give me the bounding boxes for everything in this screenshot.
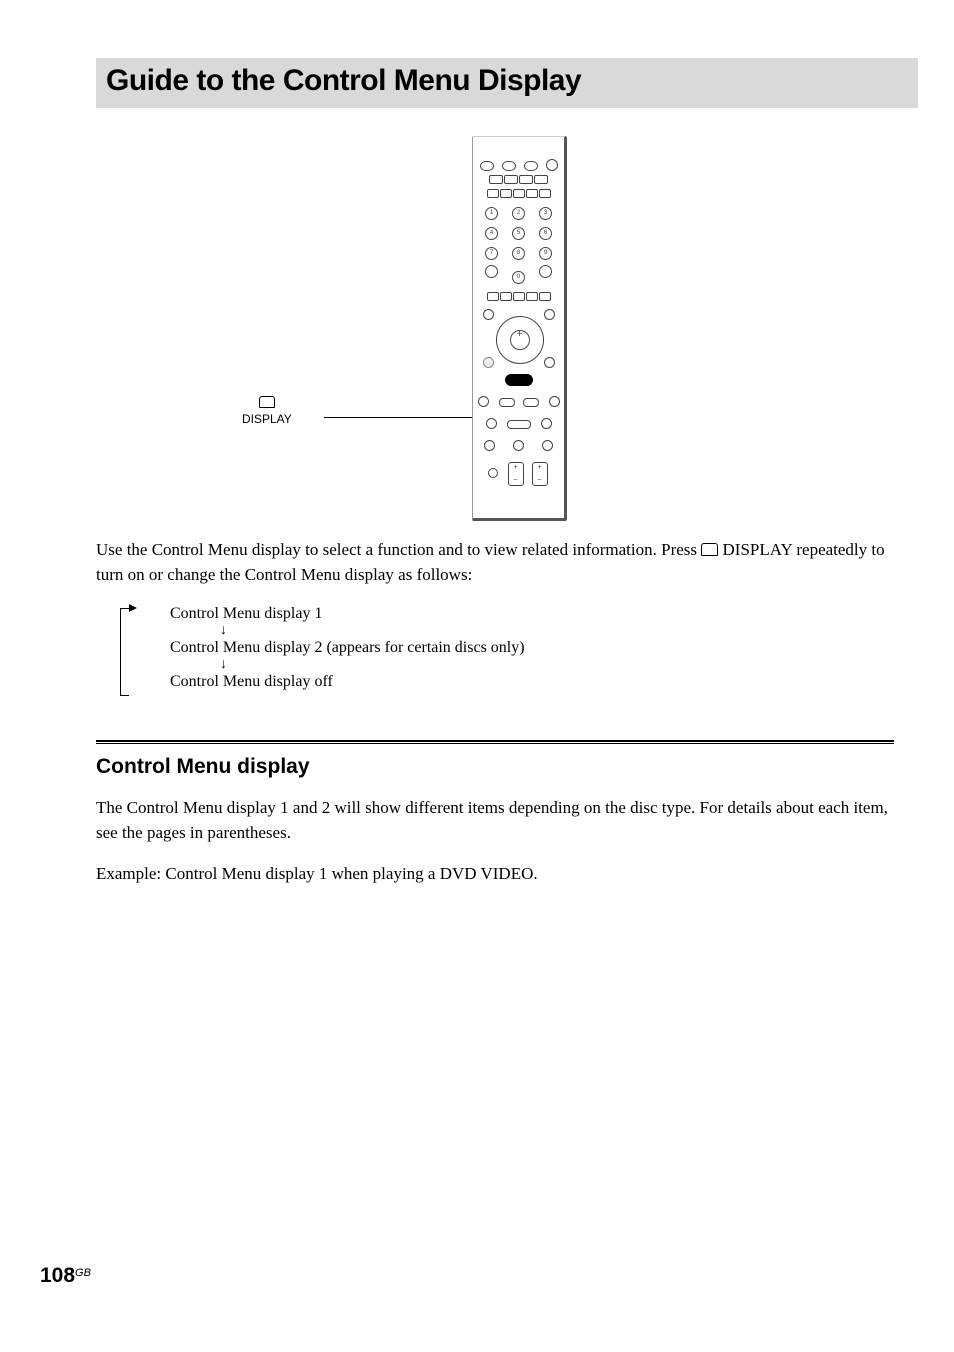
num-blank-r [539, 265, 552, 278]
num-5: 5 [512, 227, 525, 240]
remote-area: DISPLAY 1 2 3 [262, 136, 692, 526]
page-footer: 108GB [40, 1264, 91, 1288]
num-7: 7 [485, 247, 498, 260]
display-icon [701, 543, 718, 556]
section-paragraph: The Control Menu display 1 and 2 will sh… [96, 796, 894, 845]
down-arrow-icon: ↓ [220, 624, 525, 638]
enter-icon [510, 330, 530, 350]
display-callout: DISPLAY [242, 396, 292, 426]
numpad-row: 4 5 6 [473, 225, 564, 240]
display-button [505, 374, 533, 386]
intro-text-a: Use the Control Menu display to select a… [96, 540, 701, 559]
num-6: 6 [539, 227, 552, 240]
remote-body: 1 2 3 4 5 6 7 8 9 [472, 136, 567, 521]
top-ovals [473, 159, 564, 171]
title-bar: Guide to the Control Menu Display [96, 58, 918, 108]
num-4: 4 [485, 227, 498, 240]
num-2: 2 [512, 207, 525, 220]
page-suffix: GB [75, 1267, 91, 1279]
num-8: 8 [512, 247, 525, 260]
cycle-arrow-icon [120, 608, 129, 696]
ch-icon [532, 462, 548, 486]
section-divider [96, 740, 894, 744]
play-icon [507, 420, 531, 429]
vol-icon [508, 462, 524, 486]
intro-paragraph: Use the Control Menu display to select a… [96, 538, 894, 587]
remote-diagram: DISPLAY 1 2 3 [0, 136, 954, 526]
cycle-item: Control Menu display 1 [170, 604, 525, 624]
cycle-item: Control Menu display 2 (appears for cert… [170, 638, 525, 658]
section-heading: Control Menu display [96, 755, 310, 779]
playback-cluster [473, 394, 564, 456]
next-icon [549, 396, 560, 407]
numpad-row: 7 8 9 [473, 245, 564, 260]
display-callout-text: DISPLAY [242, 412, 292, 426]
numpad-row: 1 2 3 [473, 205, 564, 220]
page-number: 108 [40, 1264, 75, 1287]
num-blank-l [485, 265, 498, 278]
display-icon [259, 396, 275, 408]
vol-area [473, 462, 564, 491]
num-1: 1 [485, 207, 498, 220]
cycle-diagram: Control Menu display 1 ↓ Control Menu di… [130, 604, 525, 692]
page: Guide to the Control Menu Display DISPLA… [0, 0, 954, 1352]
cycle-item: Control Menu display off [170, 672, 525, 692]
down-arrow-icon: ↓ [220, 658, 525, 672]
numpad: 1 2 3 4 5 6 7 8 9 [473, 205, 564, 284]
prev-icon [478, 396, 489, 407]
page-title: Guide to the Control Menu Display [106, 64, 910, 98]
numpad-row: 0 [473, 265, 564, 284]
num-3: 3 [539, 207, 552, 220]
example-text: Example: Control Menu display 1 when pla… [96, 864, 894, 884]
leader-line [324, 417, 484, 418]
nav-ring [485, 312, 553, 374]
num-9: 9 [539, 247, 552, 260]
num-0: 0 [512, 271, 525, 284]
